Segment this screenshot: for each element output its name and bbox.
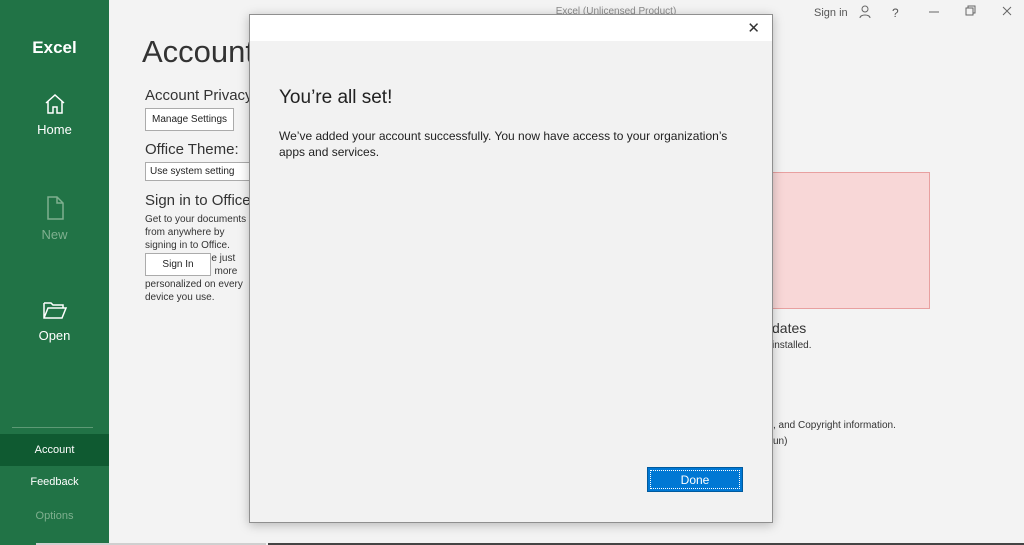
- help-icon[interactable]: ?: [892, 6, 899, 20]
- close-icon[interactable]: [1000, 4, 1014, 21]
- done-button[interactable]: Done: [647, 467, 743, 492]
- app-name: Excel: [32, 38, 77, 57]
- signin-heading: Sign in to Office: [145, 192, 251, 209]
- sidebar: Excel Home New Open Account Feedback Opt…: [0, 0, 109, 545]
- sidebar-item-label: Home: [37, 122, 72, 137]
- office-theme-heading: Office Theme:: [145, 141, 239, 158]
- dialog-heading: You’re all set!: [279, 87, 393, 108]
- dialog-close-icon[interactable]: ✕: [747, 19, 760, 37]
- sidebar-item-options[interactable]: Options: [0, 510, 109, 522]
- sidebar-item-label: Open: [38, 328, 71, 343]
- theme-select[interactable]: Use system setting: [145, 162, 256, 181]
- sidebar-divider: [12, 427, 93, 428]
- account-privacy-heading: Account Privacy: [145, 87, 253, 104]
- sidebar-item-label: New: [41, 227, 68, 242]
- page-title: Account: [142, 34, 255, 69]
- about-description: , and Copyright information.: [773, 420, 896, 431]
- dialog-header: ✕: [250, 15, 772, 41]
- sign-in-link[interactable]: Sign in: [814, 7, 848, 19]
- minimize-icon[interactable]: [927, 4, 941, 21]
- sidebar-item-open[interactable]: Open: [0, 298, 109, 343]
- sidebar-item-account[interactable]: Account: [0, 434, 109, 466]
- sidebar-item-home[interactable]: Home: [0, 92, 109, 137]
- open-folder-icon: [42, 302, 67, 319]
- new-document-icon: [46, 196, 64, 220]
- sign-in-button[interactable]: Sign In: [145, 253, 211, 276]
- home-icon: [45, 93, 64, 114]
- sidebar-item-new[interactable]: New: [0, 195, 109, 242]
- sidebar-item-feedback[interactable]: Feedback: [0, 476, 109, 488]
- manage-settings-button[interactable]: Manage Settings: [145, 108, 235, 131]
- restore-icon[interactable]: [963, 4, 977, 21]
- feedback-person-icon[interactable]: [858, 4, 874, 23]
- account-added-dialog: ✕ You’re all set! We’ve added your accou…: [249, 14, 773, 523]
- product-info-tile: [772, 172, 930, 309]
- focus-ring: [650, 470, 740, 489]
- updates-heading: dates: [772, 320, 807, 336]
- updates-description: installed.: [772, 340, 812, 351]
- about-version: un): [773, 436, 788, 447]
- dialog-message: We’ve added your account successfully. Y…: [279, 129, 728, 159]
